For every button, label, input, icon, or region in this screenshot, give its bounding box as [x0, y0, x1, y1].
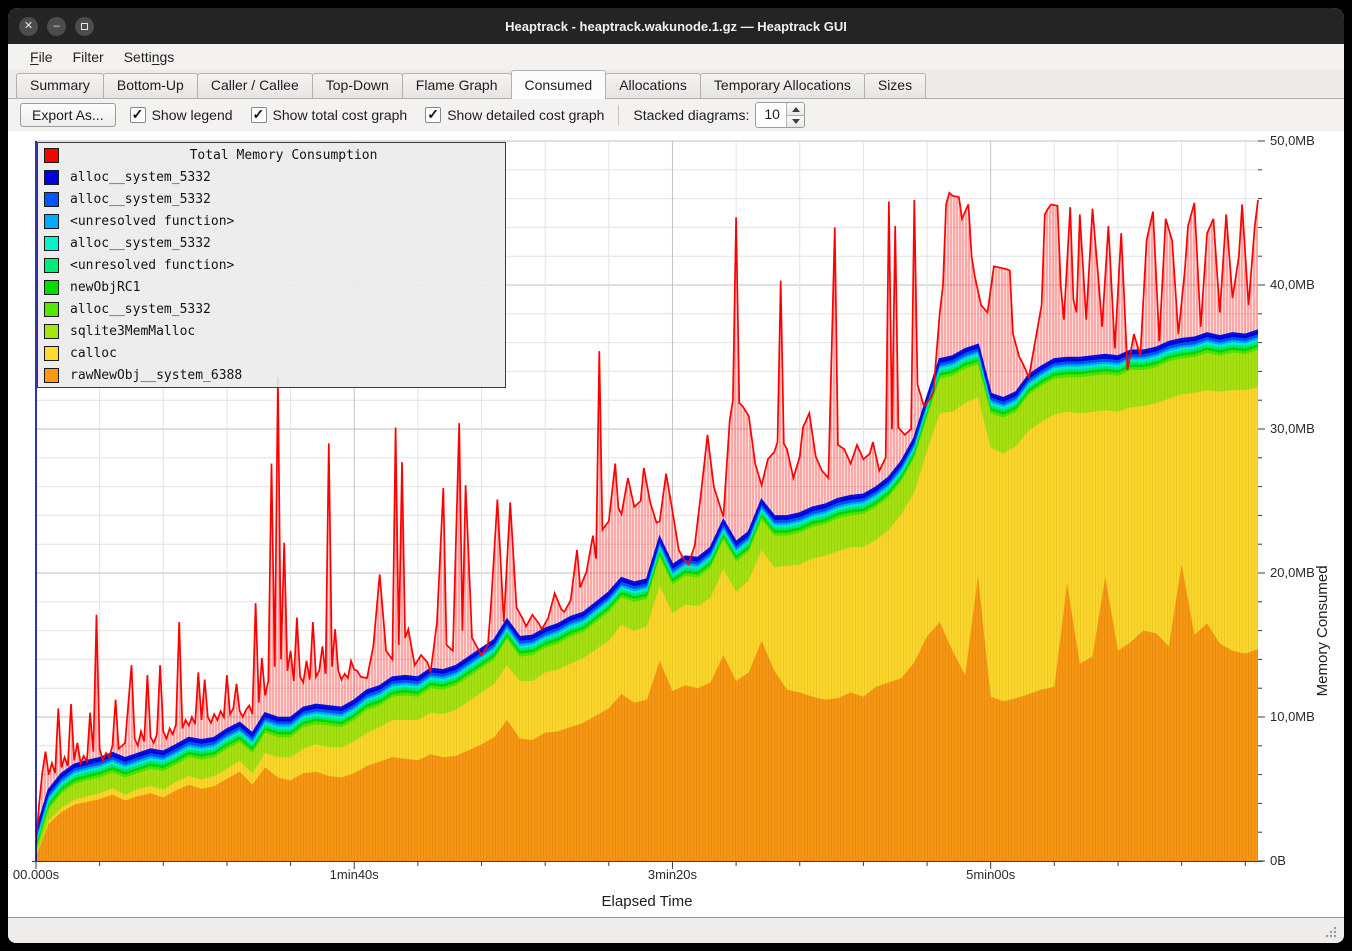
- tab-bottom-up[interactable]: Bottom-Up: [103, 73, 198, 98]
- legend-color-chip: [44, 236, 59, 251]
- legend-row: alloc__system_5332: [38, 298, 505, 320]
- arrow-up-icon: [792, 107, 800, 112]
- legend-color-chip: [44, 214, 59, 229]
- legend-color-chip: [44, 280, 59, 295]
- legend-color-chip: [44, 368, 59, 383]
- checkbox-label: Show total cost graph: [273, 107, 408, 123]
- legend-color-chip: [44, 192, 59, 207]
- legend-color-chip: [44, 148, 59, 163]
- tab-temporary-allocations[interactable]: Temporary Allocations: [700, 73, 865, 98]
- chart-legend: Total Memory Consumption alloc__system_53…: [37, 142, 506, 388]
- toolbar-separator: [618, 105, 619, 125]
- checkbox-show-legend[interactable]: Show legend: [130, 107, 233, 123]
- tab-caller-callee[interactable]: Caller / Callee: [197, 73, 313, 98]
- chart-page: Total Memory Consumption alloc__system_53…: [8, 131, 1344, 918]
- menu-file[interactable]: File: [20, 47, 63, 67]
- tabbar: SummaryBottom-UpCaller / CalleeTop-DownF…: [8, 70, 1344, 99]
- legend-title: Total Memory Consumption: [70, 148, 497, 163]
- checkbox-box[interactable]: [130, 107, 146, 123]
- menu-settings[interactable]: Settings: [114, 47, 185, 67]
- spin-down-button[interactable]: [787, 115, 804, 127]
- toolbar: Export As... Show legend Show total cost …: [8, 99, 1344, 131]
- menubar: FileFilterSettings: [8, 44, 1344, 70]
- legend-color-chip: [44, 258, 59, 273]
- x-axis-tick-label: 3min20s: [648, 867, 697, 882]
- legend-label: sqlite3MemMalloc: [70, 324, 195, 339]
- legend-row: alloc__system_5332: [38, 188, 505, 210]
- checkbox-box[interactable]: [251, 107, 267, 123]
- window-title: Heaptrack - heaptrack.wakunode.1.gz — He…: [8, 19, 1344, 34]
- y-axis-tick-label: 30,0MB: [1270, 421, 1315, 436]
- menu-filter[interactable]: Filter: [63, 47, 114, 67]
- x-axis-title: Elapsed Time: [602, 893, 693, 910]
- legend-label: alloc__system_5332: [70, 236, 211, 251]
- app-window: ✕ – Heaptrack - heaptrack.wakunode.1.gz …: [8, 8, 1344, 943]
- legend-row: alloc__system_5332: [38, 166, 505, 188]
- y-axis-tick-label: 20,0MB: [1270, 565, 1315, 580]
- legend-label: rawNewObj__system_6388: [70, 368, 242, 383]
- legend-color-chip: [44, 170, 59, 185]
- legend-label: alloc__system_5332: [70, 302, 211, 317]
- export-as-button[interactable]: Export As...: [20, 103, 116, 127]
- x-axis-tick-label: 00.000s: [13, 867, 59, 882]
- checkbox-box[interactable]: [425, 107, 441, 123]
- x-axis-tick-label: 1min40s: [330, 867, 379, 882]
- spin-up-button[interactable]: [787, 103, 804, 115]
- tab-allocations[interactable]: Allocations: [605, 73, 701, 98]
- y-axis-tick-label: 40,0MB: [1270, 277, 1315, 292]
- legend-label: newObjRC1: [70, 280, 140, 295]
- legend-label: <unresolved function>: [70, 258, 234, 273]
- legend-label: alloc__system_5332: [70, 170, 211, 185]
- legend-row: rawNewObj__system_6388: [38, 364, 505, 386]
- y-axis-tick-label: 10,0MB: [1270, 709, 1315, 724]
- tab-consumed[interactable]: Consumed: [511, 70, 607, 99]
- legend-row: calloc: [38, 342, 505, 364]
- checkbox-show-detailed-cost-graph[interactable]: Show detailed cost graph: [425, 107, 604, 123]
- legend-color-chip: [44, 346, 59, 361]
- resize-grip-icon[interactable]: [1324, 925, 1338, 939]
- tab-flame-graph[interactable]: Flame Graph: [402, 73, 512, 98]
- legend-row: Total Memory Consumption: [38, 144, 505, 166]
- legend-color-chip: [44, 302, 59, 317]
- legend-row: <unresolved function>: [38, 254, 505, 276]
- tab-sizes[interactable]: Sizes: [864, 73, 926, 98]
- stacked-diagrams-control: Stacked diagrams: 10: [633, 102, 805, 128]
- checkbox-show-total-cost-graph[interactable]: Show total cost graph: [251, 107, 408, 123]
- legend-row: sqlite3MemMalloc: [38, 320, 505, 342]
- checkbox-group: Show legend Show total cost graph Show det…: [130, 107, 605, 123]
- stacked-diagrams-spinbox[interactable]: 10: [755, 102, 805, 128]
- statusbar: [8, 918, 1344, 943]
- y-axis-tick-label: 50,0MB: [1270, 133, 1315, 148]
- spinner-buttons: [786, 103, 804, 127]
- legend-row: <unresolved function>: [38, 210, 505, 232]
- arrow-down-icon: [792, 119, 800, 124]
- stacked-diagrams-value[interactable]: 10: [756, 103, 786, 127]
- tab-summary[interactable]: Summary: [16, 73, 104, 98]
- legend-label: alloc__system_5332: [70, 192, 211, 207]
- legend-label: calloc: [70, 346, 117, 361]
- stacked-diagrams-label: Stacked diagrams:: [633, 107, 749, 123]
- checkbox-label: Show legend: [152, 107, 233, 123]
- tab-top-down[interactable]: Top-Down: [312, 73, 403, 98]
- titlebar[interactable]: ✕ – Heaptrack - heaptrack.wakunode.1.gz …: [8, 8, 1344, 44]
- y-axis-tick-label: 0B: [1270, 853, 1286, 868]
- checkbox-label: Show detailed cost graph: [447, 107, 604, 123]
- x-axis-tick-label: 5min00s: [966, 867, 1015, 882]
- legend-row: alloc__system_5332: [38, 232, 505, 254]
- y-axis-title: Memory Consumed: [1314, 565, 1331, 696]
- legend-row: newObjRC1: [38, 276, 505, 298]
- legend-color-chip: [44, 324, 59, 339]
- legend-label: <unresolved function>: [70, 214, 234, 229]
